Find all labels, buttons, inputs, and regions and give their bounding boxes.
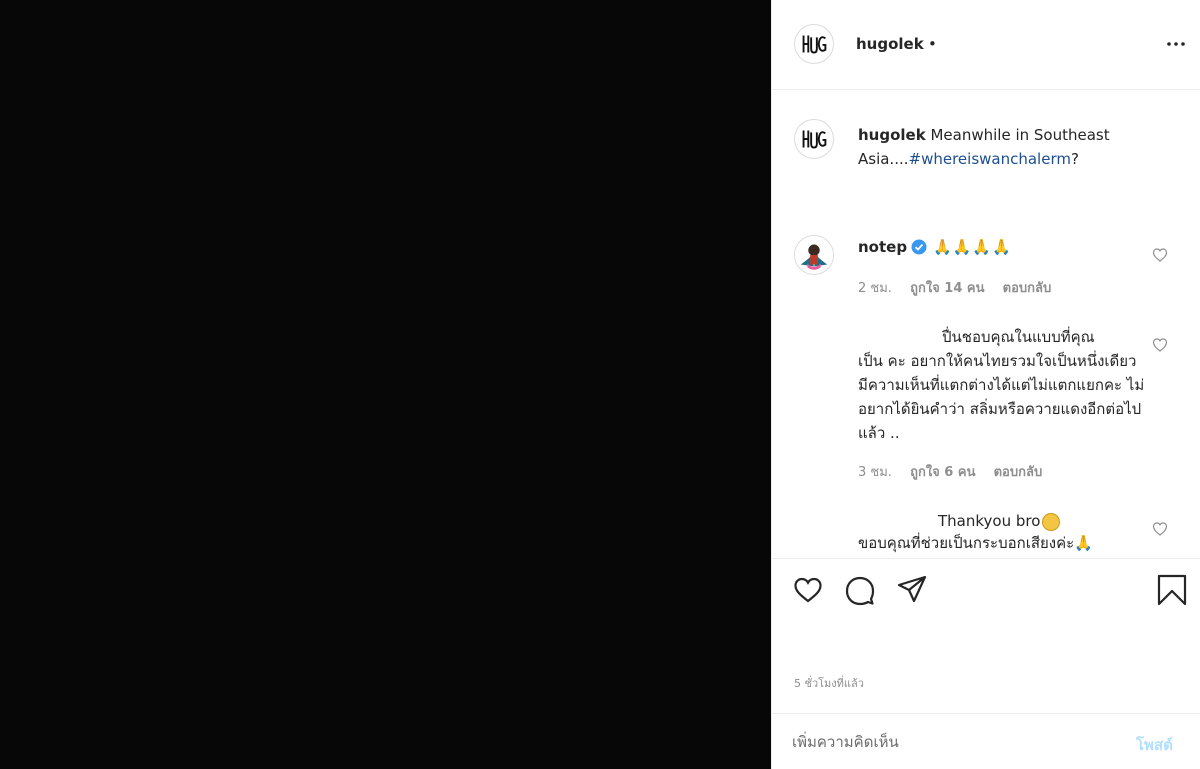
comment-line: notep 🙏🙏🙏🙏	[858, 237, 1012, 257]
author-avatar[interactable]	[794, 24, 834, 64]
more-options-icon[interactable]	[1164, 32, 1188, 56]
user-avatar-icon	[795, 236, 833, 274]
comment-time[interactable]: 2 ชม.	[858, 281, 892, 296]
comment-text-body: เป็น คะ อยากให้คนไทยรวมใจเป็นหนึ่งเดียว …	[858, 352, 1145, 442]
like-comment-heart-icon[interactable]	[1152, 521, 1168, 537]
comment-text: 🙏🙏🙏🙏	[933, 238, 1012, 256]
post-actions-bar	[772, 558, 1200, 622]
comment-likes[interactable]: ถูกใจ 14 คน	[910, 281, 984, 296]
author-username[interactable]: hugolek	[856, 35, 924, 53]
comment-text: Thankyou bro ขอบคุณที่ช่วยเป็นกระบอกเสีย…	[858, 510, 1148, 554]
caption-end: ?	[1070, 150, 1079, 168]
header-separator-dot: •	[928, 35, 937, 53]
pray-hands-emoji: 🙏	[1074, 534, 1093, 552]
comment-input[interactable]	[792, 728, 1112, 756]
like-comment-heart-icon[interactable]	[1152, 337, 1168, 353]
comment-text: ปื่นชอบคุณในแบบที่คุณ เป็น คะ อยากให้คนไ…	[858, 325, 1148, 445]
like-comment-heart-icon[interactable]	[1152, 247, 1168, 263]
commenter-avatar[interactable]	[794, 235, 834, 275]
share-paper-plane-icon[interactable]	[896, 574, 928, 606]
comments-list[interactable]: hugolek Meanwhile in Southeast Asia....#…	[772, 91, 1200, 557]
hugo-logo-icon	[795, 25, 833, 63]
comment-text-second-line: ขอบคุณที่ช่วยเป็นกระบอกเสียงค่ะ	[858, 534, 1075, 552]
verified-badge-icon	[911, 239, 927, 255]
comment-likes[interactable]: ถูกใจ 6 คน	[910, 465, 975, 480]
post-timestamp[interactable]: 5 ชั่วโมงที่แล้ว	[794, 674, 864, 692]
post-side-panel: hugolek • hugolek Meanwhile in Southeast…	[771, 0, 1200, 769]
comment-text-first-line: Thankyou bro	[938, 512, 1041, 530]
post-media[interactable]	[0, 0, 771, 769]
pensive-face-emoji-icon	[1042, 512, 1061, 531]
caption-avatar[interactable]	[794, 119, 834, 159]
add-comment-box: โพสต์	[772, 713, 1200, 769]
save-bookmark-icon[interactable]	[1156, 574, 1188, 606]
hugo-logo-icon	[795, 120, 833, 158]
comment-meta: 3 ชม. ถูกใจ 6 คน ตอบกลับ	[858, 461, 1056, 482]
post-header: hugolek •	[772, 0, 1200, 90]
comment-time[interactable]: 3 ชม.	[858, 465, 892, 480]
caption-username[interactable]: hugolek	[858, 126, 926, 144]
comment-reply-button[interactable]: ตอบกลับ	[994, 465, 1043, 480]
commenter-username[interactable]: notep	[858, 238, 907, 256]
post-comment-button[interactable]: โพสต์	[1136, 733, 1173, 757]
comment-meta: 2 ชม. ถูกใจ 14 คน ตอบกลับ	[858, 277, 1065, 298]
comment-text-first-line: ปื่นชอบคุณในแบบที่คุณ	[942, 328, 1095, 346]
comment-reply-button[interactable]: ตอบกลับ	[1003, 281, 1052, 296]
comment-bubble-icon[interactable]	[844, 574, 876, 606]
caption-text: hugolek Meanwhile in Southeast Asia....#…	[858, 123, 1148, 171]
caption-hashtag[interactable]: #whereiswanchalerm	[909, 150, 1071, 168]
like-heart-icon[interactable]	[792, 574, 824, 606]
